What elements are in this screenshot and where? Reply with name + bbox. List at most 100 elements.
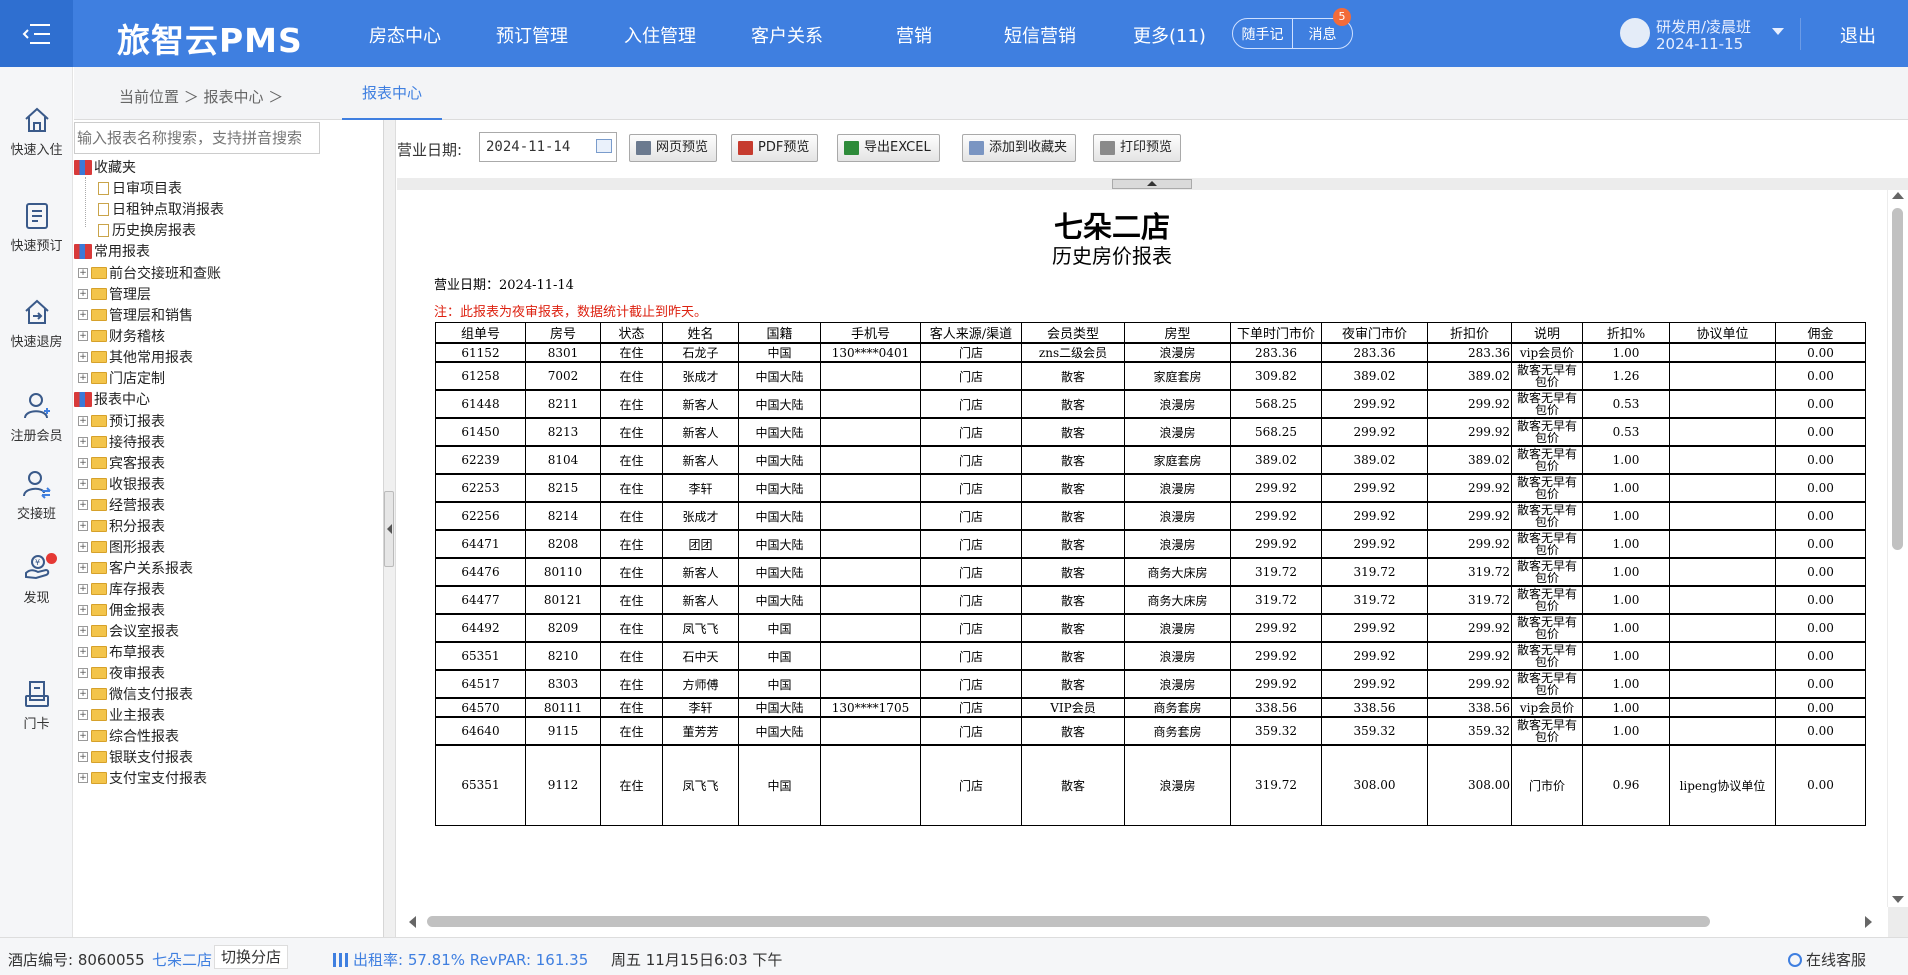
expand-icon[interactable]: +	[78, 479, 88, 489]
sidebar-item-shift-handover[interactable]: 交接班	[0, 469, 73, 522]
tree-folder[interactable]: + 管理层	[78, 284, 151, 304]
tree-node-favorites[interactable]: 收藏夹	[74, 157, 136, 177]
expand-icon[interactable]: +	[78, 647, 88, 657]
tree-folder[interactable]: + 管理层和销售	[78, 305, 193, 325]
scroll-left-icon[interactable]	[409, 916, 416, 928]
expand-icon[interactable]: +	[78, 416, 88, 426]
expand-icon[interactable]: +	[78, 331, 88, 341]
tree-folder[interactable]: + 其他常用报表	[78, 347, 193, 367]
online-service-button[interactable]: 在线客服	[1788, 949, 1866, 970]
expand-icon[interactable]: +	[78, 752, 88, 762]
tree-folder[interactable]: + 支付宝支付报表	[78, 768, 207, 788]
tree-folder[interactable]: + 财务稽核	[78, 326, 165, 346]
tree-folder[interactable]: + 预订报表	[78, 411, 165, 431]
tab-report-center[interactable]: 报表中心	[342, 67, 442, 120]
sidebar-item-quick-checkin[interactable]: 快速入住	[0, 105, 73, 158]
report-search-field[interactable]	[74, 122, 320, 154]
chevron-down-icon[interactable]	[1772, 28, 1784, 35]
nav-reservation[interactable]: 预订管理	[496, 22, 568, 48]
tree-folder[interactable]: + 前台交接班和查账	[78, 263, 221, 283]
tree-node-common[interactable]: 常用报表	[74, 241, 150, 261]
scroll-thumb[interactable]	[427, 916, 1710, 927]
expand-icon[interactable]: +	[78, 710, 88, 720]
expand-icon[interactable]: +	[78, 373, 88, 383]
tree-folder[interactable]: + 布草报表	[78, 642, 165, 662]
search-input[interactable]	[77, 129, 317, 147]
expand-icon[interactable]: +	[78, 458, 88, 468]
expand-icon[interactable]: +	[78, 289, 88, 299]
pdf-preview-button[interactable]: PDF预览	[731, 134, 819, 162]
export-excel-button[interactable]: 导出EXCEL	[837, 134, 940, 162]
tree-folder[interactable]: + 会议室报表	[78, 621, 179, 641]
sidebar-item-room-card[interactable]: 门卡	[0, 679, 73, 732]
web-preview-button[interactable]: 网页预览	[629, 134, 718, 162]
messages-button[interactable]: 消息	[1293, 24, 1352, 44]
business-date-field[interactable]: 2024-11-14	[479, 132, 617, 162]
nav-checkin[interactable]: 入住管理	[624, 22, 696, 48]
switch-branch-button[interactable]: 切换分店	[214, 945, 289, 969]
logout-button[interactable]: 退出	[1840, 22, 1876, 48]
expand-icon[interactable]: +	[78, 352, 88, 362]
table-cell: 299.92	[1427, 417, 1512, 447]
tree-folder[interactable]: + 库存报表	[78, 579, 165, 599]
expand-icon[interactable]: +	[78, 542, 88, 552]
vertical-scrollbar[interactable]	[1888, 190, 1908, 907]
menu-toggle-button[interactable]	[0, 0, 73, 67]
tree-folder[interactable]: + 微信支付报表	[78, 684, 193, 704]
sidebar-item-quick-booking[interactable]: 快速预订	[0, 201, 73, 254]
add-to-favorites-button[interactable]: 添加到收藏夹	[962, 134, 1077, 162]
tree-leaf[interactable]: 日审项目表	[98, 178, 182, 198]
calendar-icon[interactable]	[596, 139, 612, 153]
expand-icon[interactable]: +	[78, 773, 88, 783]
tree-leaf[interactable]: 历史换房报表	[98, 220, 196, 240]
expand-icon[interactable]: +	[78, 268, 88, 278]
expand-icon[interactable]: +	[78, 668, 88, 678]
nav-marketing[interactable]: 营销	[896, 22, 932, 48]
table-cell: 浪漫房	[1124, 473, 1231, 503]
expand-icon[interactable]: +	[78, 310, 88, 320]
tree-folder[interactable]: + 夜审报表	[78, 663, 165, 683]
print-preview-button[interactable]: 打印预览	[1093, 134, 1182, 162]
expand-icon[interactable]: +	[78, 689, 88, 699]
tree-folder[interactable]: + 积分报表	[78, 516, 165, 536]
table-cell	[1669, 641, 1776, 671]
collapse-panel-handle[interactable]	[384, 491, 394, 567]
nav-more[interactable]: 更多(11)	[1133, 22, 1206, 48]
tree-folder[interactable]: + 收银报表	[78, 474, 165, 494]
nav-sms-marketing[interactable]: 短信营销	[1004, 22, 1076, 48]
tree-folder[interactable]: + 经营报表	[78, 495, 165, 515]
expand-icon[interactable]: +	[78, 563, 88, 573]
scroll-down-icon[interactable]	[1892, 896, 1904, 903]
tree-folder[interactable]: + 门店定制	[78, 368, 165, 388]
expand-icon[interactable]: +	[78, 605, 88, 615]
nav-room-status[interactable]: 房态中心	[369, 22, 441, 48]
tree-folder[interactable]: + 业主报表	[78, 705, 165, 725]
expand-icon[interactable]: +	[78, 500, 88, 510]
tree-folder[interactable]: + 银联支付报表	[78, 747, 193, 767]
tree-leaf[interactable]: 日租钟点取消报表	[98, 199, 224, 219]
scroll-right-icon[interactable]	[1865, 916, 1872, 928]
sidebar-item-quick-checkout[interactable]: 快速退房	[0, 297, 73, 350]
expand-icon[interactable]: +	[78, 521, 88, 531]
tree-folder[interactable]: + 图形报表	[78, 537, 165, 557]
tree-folder[interactable]: + 综合性报表	[78, 726, 179, 746]
tree-folder[interactable]: + 佣金报表	[78, 600, 165, 620]
table-cell: 散客	[1021, 613, 1125, 643]
tree-folder[interactable]: + 接待报表	[78, 432, 165, 452]
expand-icon[interactable]: +	[78, 731, 88, 741]
expand-icon[interactable]: +	[78, 437, 88, 447]
sidebar-item-discover[interactable]: ¥ 发现	[0, 553, 73, 606]
sidebar-item-register-member[interactable]: 注册会员	[0, 391, 73, 444]
occupancy-text: 出租率: 57.81% RevPAR: 161.35	[353, 951, 589, 969]
tree-folder[interactable]: + 宾客报表	[78, 453, 165, 473]
expand-icon[interactable]: +	[78, 626, 88, 636]
collapse-toolbar-handle[interactable]	[1112, 179, 1192, 189]
nav-crm[interactable]: 客户关系	[751, 22, 823, 48]
tree-node-report-center[interactable]: 报表中心	[74, 389, 150, 409]
tree-folder[interactable]: + 客户关系报表	[78, 558, 193, 578]
horizontal-scrollbar[interactable]	[397, 907, 1888, 937]
expand-icon[interactable]: +	[78, 584, 88, 594]
scroll-thumb[interactable]	[1892, 208, 1903, 550]
notes-button[interactable]: 随手记	[1233, 24, 1292, 44]
scroll-up-icon[interactable]	[1892, 192, 1904, 199]
